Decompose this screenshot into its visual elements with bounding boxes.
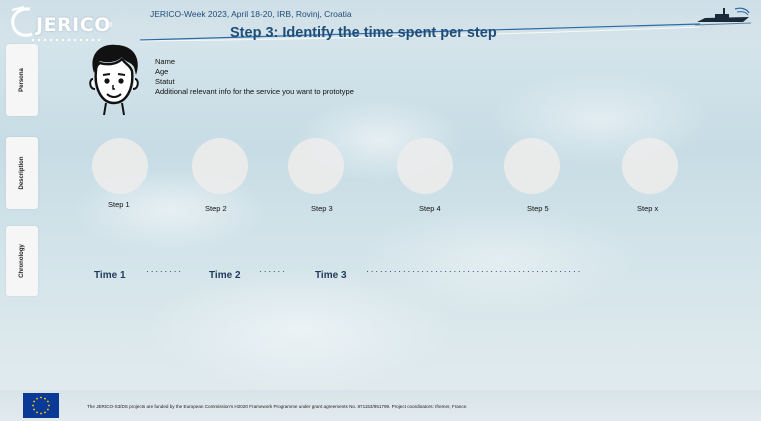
step-x-label: Step x <box>637 204 659 213</box>
persona-info: Name Age Statut Additional relevant info… <box>155 57 354 97</box>
logo-text: JERICO <box>36 14 111 36</box>
tab-chronology[interactable]: Chronology <box>6 226 38 296</box>
jerico-logo-icon <box>11 6 33 37</box>
step-2-label: Step 2 <box>205 204 227 213</box>
step-4-circle[interactable] <box>397 138 453 194</box>
dotted-line-1: ········ <box>146 266 183 276</box>
tab-description[interactable]: Description <box>6 137 38 209</box>
tab-chronology-label: Chronology <box>19 244 25 278</box>
event-info: JERICO-Week 2023, April 18-20, IRB, Rovi… <box>150 9 352 19</box>
boat-icon <box>695 7 751 26</box>
persona-name: Name <box>155 57 176 66</box>
dotted-line-2: ······ <box>259 266 287 276</box>
tab-persona-label: Persona <box>19 68 25 92</box>
step-3-circle[interactable] <box>288 138 344 194</box>
logo-suffix: RI <box>105 22 112 29</box>
step-5-circle[interactable] <box>504 138 560 194</box>
time-2-label: Time 2 <box>209 270 241 281</box>
persona-statut: Statut <box>155 77 175 86</box>
step-x-circle[interactable] <box>622 138 678 194</box>
step-1-label: Step 1 <box>108 200 130 209</box>
tab-persona[interactable]: Persona <box>6 44 38 116</box>
step-3-label: Step 3 <box>311 204 333 213</box>
persona-age: Age <box>155 67 169 76</box>
step-4-label: Step 4 <box>419 204 441 213</box>
page-title: Step 3: Identify the time spent per step <box>230 25 497 41</box>
dotted-line-3: ········································… <box>366 266 583 276</box>
eu-flag-icon <box>23 393 59 418</box>
step-5-label: Step 5 <box>527 204 549 213</box>
boy-face-icon <box>89 44 139 116</box>
logo-dots-decoration <box>32 39 102 41</box>
jerico-logo: JERICO RI <box>8 6 128 41</box>
time-1-label: Time 1 <box>94 270 126 281</box>
step-2-circle[interactable] <box>192 138 248 194</box>
persona-additional-info: Additional relevant info for the service… <box>155 87 354 96</box>
time-3-label: Time 3 <box>315 270 347 281</box>
step-1-circle[interactable] <box>92 138 148 194</box>
tab-description-label: Description <box>19 156 25 190</box>
footer-funding-text: The JERICO-S3/DS projects are funded by … <box>87 404 468 409</box>
